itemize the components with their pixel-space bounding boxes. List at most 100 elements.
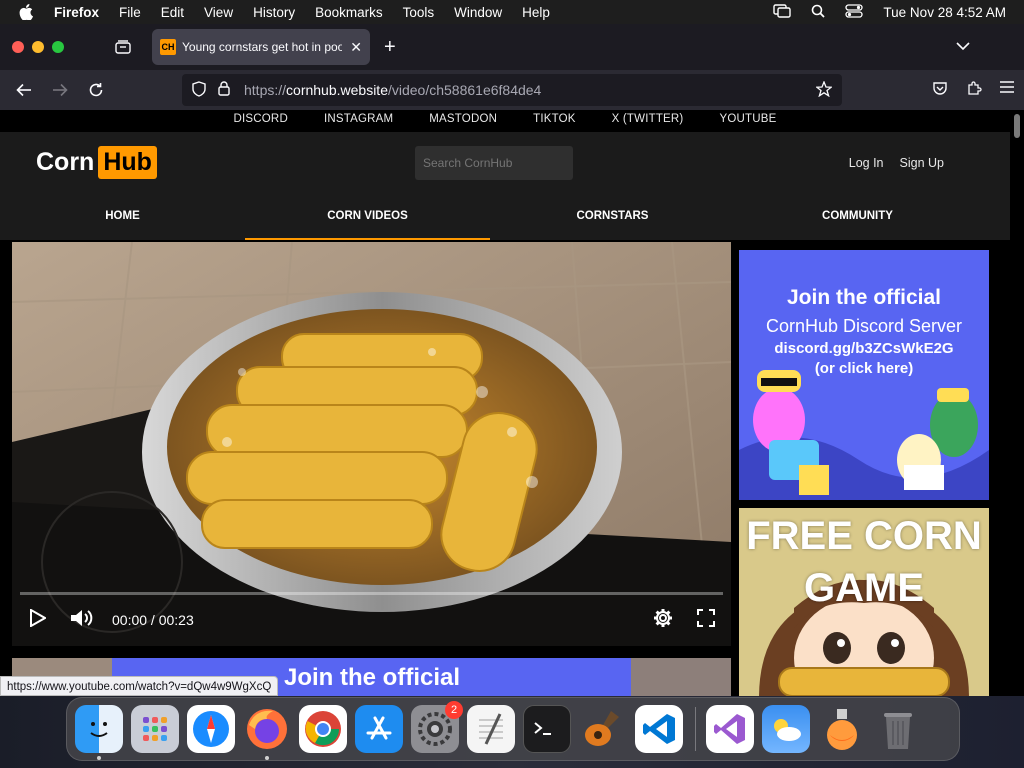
- video-player[interactable]: 00:00 / 00:23: [12, 242, 731, 646]
- menu-window[interactable]: Window: [444, 5, 512, 20]
- zoom-window-button[interactable]: [52, 41, 64, 53]
- banner-right-photo: [631, 658, 731, 696]
- pocket-icon[interactable]: [932, 80, 948, 101]
- dock-finder-icon[interactable]: [75, 705, 123, 760]
- tab-title: Young cornstars get hot in pool: [182, 40, 343, 54]
- play-icon[interactable]: [30, 607, 48, 632]
- menu-history[interactable]: History: [243, 5, 305, 20]
- social-link-x-twitter[interactable]: X (TWITTER): [612, 113, 684, 132]
- site-logo[interactable]: Corn Hub: [36, 146, 157, 179]
- corn-game-ad-line1: FREE CORN: [746, 514, 982, 558]
- free-corn-game-ad[interactable]: FREE CORN GAME: [739, 508, 989, 696]
- forward-arrow-icon[interactable]: [42, 83, 78, 97]
- firefox-window: CH Young cornstars get hot in pool ✕ + h…: [0, 24, 1024, 696]
- menu-edit[interactable]: Edit: [151, 5, 194, 20]
- spotlight-search-icon[interactable]: [811, 4, 826, 21]
- menu-app-name[interactable]: Firefox: [44, 5, 109, 20]
- wide-banner-text: Join the official: [284, 664, 461, 691]
- discord-ad-line1: Join the official: [786, 286, 941, 309]
- list-all-tabs-chevron-icon[interactable]: [956, 38, 970, 56]
- discord-ad-banner[interactable]: Join the official CornHub Discord Server…: [739, 250, 989, 500]
- menu-tools[interactable]: Tools: [393, 5, 445, 20]
- video-progress-bar[interactable]: [20, 592, 723, 595]
- nav-home[interactable]: HOME: [0, 200, 245, 240]
- macos-dock: 2: [66, 697, 960, 761]
- discord-ad-cta: (or click here): [814, 360, 914, 377]
- social-link-discord[interactable]: DISCORD: [234, 113, 288, 132]
- dock-trash-icon[interactable]: [874, 705, 922, 753]
- login-link[interactable]: Log In: [849, 156, 884, 170]
- dock-launchpad-icon[interactable]: [131, 705, 179, 753]
- tracking-protection-shield-icon[interactable]: [192, 80, 206, 100]
- tab-favicon: CH: [160, 39, 176, 55]
- video-time: 00:00 / 00:23: [112, 612, 194, 628]
- dock-weather-icon[interactable]: [762, 705, 810, 753]
- bookmark-star-icon[interactable]: [815, 79, 833, 100]
- scrollbar-thumb[interactable]: [1014, 114, 1020, 138]
- extensions-puzzle-icon[interactable]: [966, 80, 982, 101]
- page-scrollbar[interactable]: [1010, 110, 1024, 696]
- url-path: /video/ch58861e6f84de4: [387, 82, 542, 98]
- menu-bar-clock[interactable]: Tue Nov 28 4:52 AM: [883, 5, 1006, 20]
- logo-text-corn: Corn: [36, 148, 95, 176]
- volume-icon[interactable]: [70, 609, 94, 632]
- web-page-content: DISCORD INSTAGRAM MASTODON TIKTOK X (TWI…: [0, 110, 1010, 696]
- toolbar-right-icons: [932, 80, 1014, 101]
- dock-chrome-icon[interactable]: [299, 705, 347, 753]
- social-link-instagram[interactable]: INSTAGRAM: [324, 113, 393, 132]
- control-center-icon[interactable]: [845, 3, 864, 21]
- url-scheme: https://: [244, 82, 287, 98]
- close-tab-icon[interactable]: ✕: [350, 39, 362, 56]
- dock-terminal-icon[interactable]: [523, 705, 571, 753]
- dock-visual-studio-icon[interactable]: [706, 705, 754, 753]
- dock-app-store-icon[interactable]: [355, 705, 403, 753]
- nav-community[interactable]: COMMUNITY: [735, 200, 980, 240]
- close-window-button[interactable]: [12, 41, 24, 53]
- social-link-youtube[interactable]: YOUTUBE: [719, 113, 776, 132]
- menu-bookmarks[interactable]: Bookmarks: [305, 5, 393, 20]
- auth-links: Log In Sign Up: [849, 156, 944, 170]
- settings-notification-badge: 2: [445, 701, 463, 719]
- dock-garageband-icon[interactable]: [579, 705, 627, 753]
- screen-mirroring-icon[interactable]: [773, 3, 792, 21]
- dock-system-settings-icon[interactable]: 2: [411, 701, 463, 753]
- url-bar[interactable]: https://cornhub.website/video/ch58861e6f…: [182, 74, 842, 106]
- nav-cornstars[interactable]: CORNSTARS: [490, 200, 735, 240]
- url-text[interactable]: https://cornhub.website/video/ch58861e6f…: [244, 82, 541, 98]
- dock-potion-app-icon[interactable]: [818, 705, 866, 753]
- tab-bar: CH Young cornstars get hot in pool ✕ +: [0, 24, 1024, 70]
- menu-help[interactable]: Help: [512, 5, 560, 20]
- new-tab-icon[interactable]: +: [384, 36, 396, 59]
- dock-vscode-icon[interactable]: [635, 705, 683, 753]
- dock-firefox-icon[interactable]: [243, 705, 291, 760]
- dock-running-indicator: [265, 756, 269, 760]
- apple-menu-icon[interactable]: [12, 4, 40, 20]
- settings-gear-icon[interactable]: [653, 608, 673, 633]
- minimize-window-button[interactable]: [32, 41, 44, 53]
- menu-file[interactable]: File: [109, 5, 151, 20]
- signup-link[interactable]: Sign Up: [900, 156, 944, 170]
- dock-safari-icon[interactable]: [187, 705, 235, 753]
- fullscreen-icon[interactable]: [697, 608, 715, 632]
- navigation-toolbar: https://cornhub.website/video/ch58861e6f…: [0, 70, 1024, 110]
- video-controls-row: 00:00 / 00:23: [12, 607, 731, 633]
- social-link-tiktok[interactable]: TIKTOK: [533, 113, 576, 132]
- video-controls: 00:00 / 00:23: [12, 576, 731, 646]
- secure-lock-icon[interactable]: [218, 81, 230, 99]
- menu-view[interactable]: View: [194, 5, 243, 20]
- url-host: cornhub.website: [286, 82, 388, 98]
- social-link-mastodon[interactable]: MASTODON: [429, 113, 497, 132]
- hamburger-menu-icon[interactable]: [1000, 80, 1014, 101]
- nav-corn-videos[interactable]: CORN VIDEOS: [245, 200, 490, 240]
- window-controls: [12, 41, 64, 53]
- reload-icon[interactable]: [78, 82, 114, 98]
- dock-textedit-icon[interactable]: [467, 705, 515, 753]
- discord-ad-invite: discord.gg/b3ZCsWkE2G: [774, 340, 954, 357]
- discord-ad-line2: CornHub Discord Server: [765, 316, 963, 336]
- social-links-bar: DISCORD INSTAGRAM MASTODON TIKTOK X (TWI…: [0, 110, 1010, 132]
- firefox-view-icon[interactable]: [112, 40, 134, 54]
- back-arrow-icon[interactable]: [6, 83, 42, 97]
- site-search-input[interactable]: [415, 146, 573, 180]
- main-navigation: HOME CORN VIDEOS CORNSTARS COMMUNITY: [0, 200, 1010, 240]
- browser-tab-active[interactable]: CH Young cornstars get hot in pool ✕: [152, 29, 370, 65]
